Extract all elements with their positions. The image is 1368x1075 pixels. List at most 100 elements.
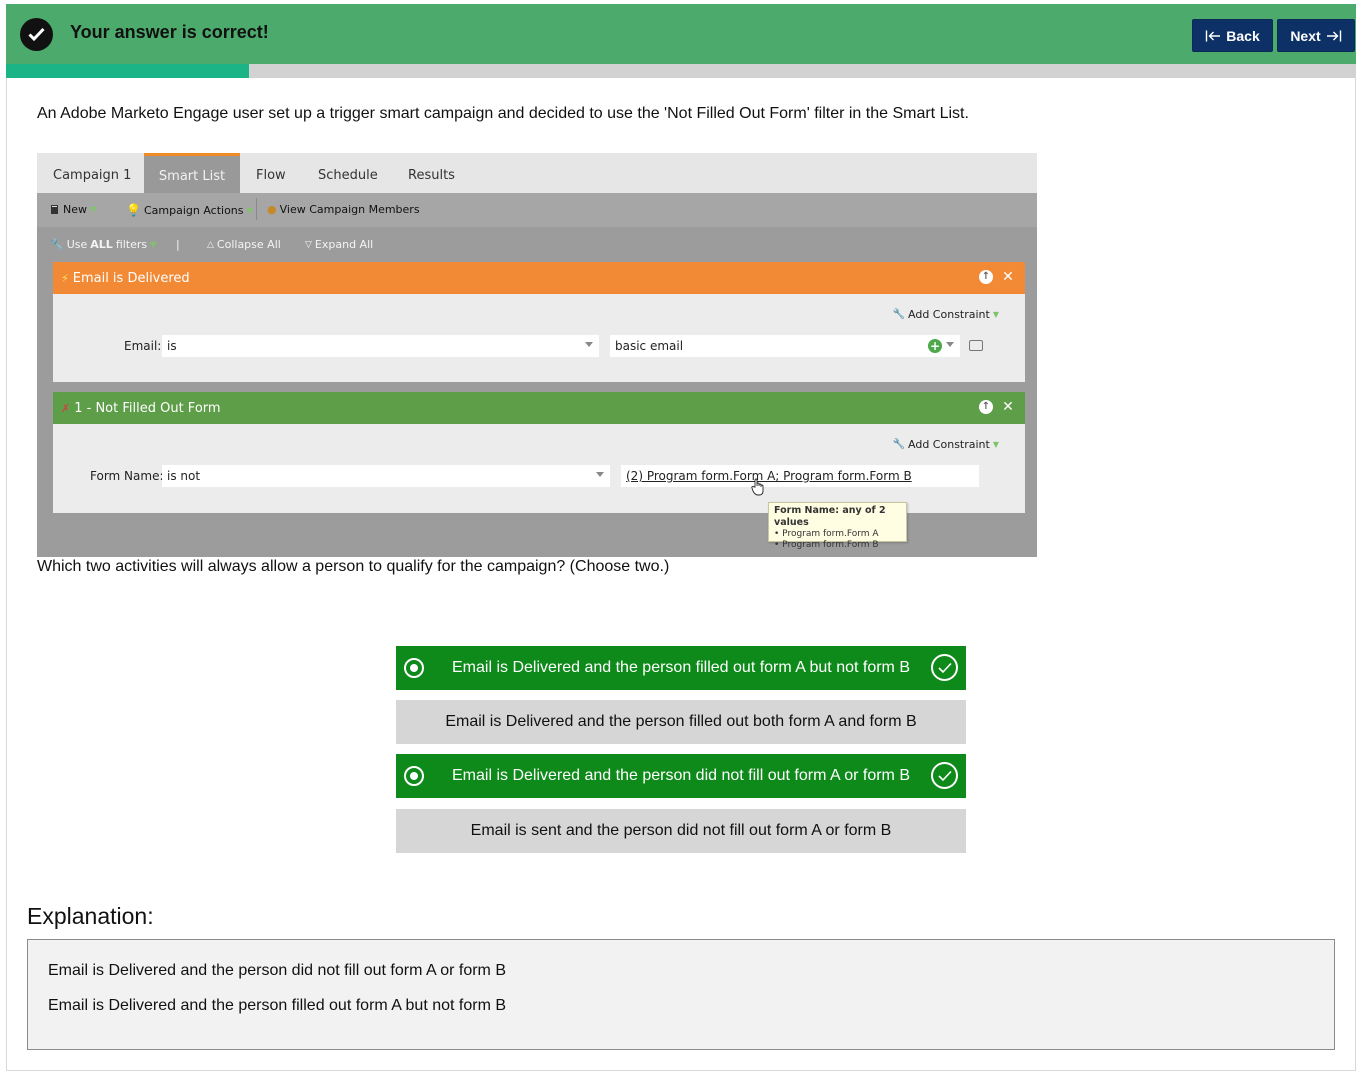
collapse-all: △ Collapse All bbox=[207, 238, 281, 251]
tab-schedule: Schedule bbox=[318, 167, 378, 183]
tab-smart-list: Smart List bbox=[144, 153, 240, 193]
answer-option[interactable]: Email is Delivered and the person filled… bbox=[396, 700, 966, 744]
filter-icon: ✗ bbox=[61, 401, 71, 415]
answer-text: Email is Delivered and the person filled… bbox=[445, 713, 917, 730]
chevron-down-icon: ▼ bbox=[246, 205, 253, 215]
add-constraint-label: Add Constraint bbox=[908, 308, 990, 321]
campaign-actions-menu: 💡 Campaign Actions ▼ bbox=[126, 203, 253, 217]
expand-icon: ▽ bbox=[305, 239, 312, 250]
move-up-icon: ↑ bbox=[979, 400, 993, 414]
answer-text: Email is Delivered and the person did no… bbox=[452, 767, 910, 784]
marketo-screenshot: Campaign 1 Smart List Flow Schedule Resu… bbox=[37, 153, 1037, 557]
new-label: New bbox=[63, 203, 87, 216]
use-all-suffix: filters bbox=[115, 238, 148, 251]
form-operator-select: is not bbox=[162, 465, 610, 487]
new-menu: New ▼ bbox=[50, 203, 96, 216]
email-field-label: Email: bbox=[124, 339, 162, 353]
radio-selected-icon bbox=[404, 658, 424, 678]
form-name-label: Form Name: bbox=[90, 469, 164, 483]
chevron-down-icon: ▼ bbox=[992, 440, 999, 449]
wrench-icon: 🔧 bbox=[50, 238, 64, 251]
wrench-icon: 🔧 bbox=[892, 309, 906, 320]
checkmark-circle-icon bbox=[931, 762, 958, 789]
close-icon: ✕ bbox=[1002, 269, 1014, 285]
view-members-label: View Campaign Members bbox=[279, 202, 420, 216]
filter-title: 1 - Not Filled Out Form bbox=[74, 400, 221, 416]
move-up-icon: ↑ bbox=[979, 270, 993, 284]
dropdown-arrow-icon bbox=[596, 472, 604, 477]
progress-fill bbox=[6, 64, 249, 78]
close-icon: ✕ bbox=[1002, 399, 1014, 415]
dropdown-arrow-icon bbox=[946, 342, 954, 347]
progress-bar bbox=[6, 64, 1356, 78]
marketo-tabs: Campaign 1 Smart List Flow Schedule Resu… bbox=[37, 153, 1037, 193]
answer-option[interactable]: Email is Delivered and the person filled… bbox=[396, 646, 966, 690]
answer-option[interactable]: Email is Delivered and the person did no… bbox=[396, 754, 966, 798]
explanation-box: Email is Delivered and the person did no… bbox=[27, 939, 1335, 1050]
trigger-header: ⚡ Email is Delivered ↑ ✕ bbox=[53, 262, 1025, 294]
form-values-tooltip: Form Name: any of 2 values • Program for… bbox=[768, 502, 907, 550]
result-header: Your answer is correct! Back Next bbox=[6, 4, 1356, 64]
add-constraint-filter: 🔧 Add Constraint ▼ bbox=[893, 438, 999, 451]
next-arrow-icon bbox=[1326, 30, 1341, 41]
explanation-line: Email is Delivered and the person filled… bbox=[48, 997, 507, 1014]
chevron-down-icon: ▼ bbox=[90, 205, 97, 214]
form-value-field: (2) Program form.Form A; Program form.Fo… bbox=[621, 465, 979, 487]
tooltip-item: Program form.Form B bbox=[782, 540, 879, 550]
radio-selected-icon bbox=[404, 766, 424, 786]
expand-all-label: Expand All bbox=[314, 238, 374, 251]
email-operator-value: is bbox=[167, 339, 177, 353]
campaign-actions-label: Campaign Actions bbox=[143, 203, 244, 217]
marketo-filterbar: 🔧 Use ALL filters ▼ | △ Collapse All ▽ E… bbox=[37, 227, 1037, 259]
tooltip-item: Program form.Form A bbox=[782, 529, 879, 539]
collapse-all-label: Collapse All bbox=[216, 238, 281, 251]
chevron-down-icon: ▼ bbox=[150, 240, 157, 249]
wrench-icon: 🔧 bbox=[892, 439, 906, 450]
back-arrow-icon bbox=[1206, 30, 1221, 41]
tab-campaign: Campaign 1 bbox=[53, 167, 132, 183]
answer-option[interactable]: Email is sent and the person did not fil… bbox=[396, 809, 966, 853]
question-intro: An Adobe Marketo Engage user set up a tr… bbox=[37, 105, 969, 122]
view-members-link: ● View Campaign Members bbox=[256, 198, 420, 220]
explanation-title: Explanation: bbox=[27, 903, 154, 929]
expand-all: ▽ Expand All bbox=[305, 238, 373, 251]
answer-text: Email is sent and the person did not fil… bbox=[470, 822, 892, 839]
filter-block: ✗ 1 - Not Filled Out Form ↑ ✕ 🔧 Add Cons… bbox=[53, 392, 1025, 513]
form-value: (2) Program form.Form A; Program form.Fo… bbox=[626, 469, 912, 483]
people-icon: ● bbox=[267, 202, 277, 216]
email-operator-select: is bbox=[162, 335, 599, 357]
hand-cursor-icon bbox=[751, 478, 764, 496]
trigger-block: ⚡ Email is Delivered ↑ ✕ 🔧 Add Constrain… bbox=[53, 262, 1025, 382]
trigger-body: 🔧 Add Constraint ▼ Email: is basic email … bbox=[53, 294, 1025, 382]
tab-flow: Flow bbox=[256, 167, 286, 183]
next-button-label: Next bbox=[1290, 27, 1321, 44]
filter-body: 🔧 Add Constraint ▼ Form Name: is not (2) … bbox=[53, 424, 1025, 513]
checkmark-circle-icon bbox=[931, 654, 958, 681]
chevron-down-icon: ▼ bbox=[992, 310, 999, 319]
dropdown-arrow-icon bbox=[585, 342, 593, 347]
collapse-icon: △ bbox=[207, 239, 214, 250]
add-constraint-label: Add Constraint bbox=[908, 438, 990, 451]
use-all-bold: ALL bbox=[90, 238, 113, 251]
add-constraint-trigger: 🔧 Add Constraint ▼ bbox=[893, 308, 999, 321]
add-circle-icon: + bbox=[928, 339, 942, 353]
next-button[interactable]: Next bbox=[1277, 19, 1355, 52]
new-icon bbox=[51, 205, 58, 214]
email-value-field: basic email + bbox=[610, 335, 960, 357]
filter-header: ✗ 1 - Not Filled Out Form ↑ ✕ bbox=[53, 392, 1025, 424]
question-prompt: Which two activities will always allow a… bbox=[37, 558, 670, 575]
back-button-label: Back bbox=[1226, 27, 1260, 44]
trigger-icon: ⚡ bbox=[61, 271, 69, 285]
lightbulb-icon: 💡 bbox=[126, 203, 141, 217]
result-title: Your answer is correct! bbox=[70, 22, 269, 42]
use-all-filters: 🔧 Use ALL filters ▼ bbox=[50, 238, 156, 251]
tooltip-title: Form Name: any of 2 values bbox=[774, 505, 886, 528]
filterbar-separator: | bbox=[176, 238, 180, 251]
form-operator-value: is not bbox=[167, 469, 201, 483]
answer-text: Email is Delivered and the person filled… bbox=[451, 659, 910, 676]
use-all-prefix: Use bbox=[66, 238, 88, 251]
lookup-icon bbox=[969, 340, 983, 351]
check-circle-icon bbox=[20, 18, 53, 51]
back-button[interactable]: Back bbox=[1192, 19, 1273, 52]
marketo-toolbar: New ▼ 💡 Campaign Actions ▼ ● View Campaign… bbox=[37, 193, 1037, 227]
